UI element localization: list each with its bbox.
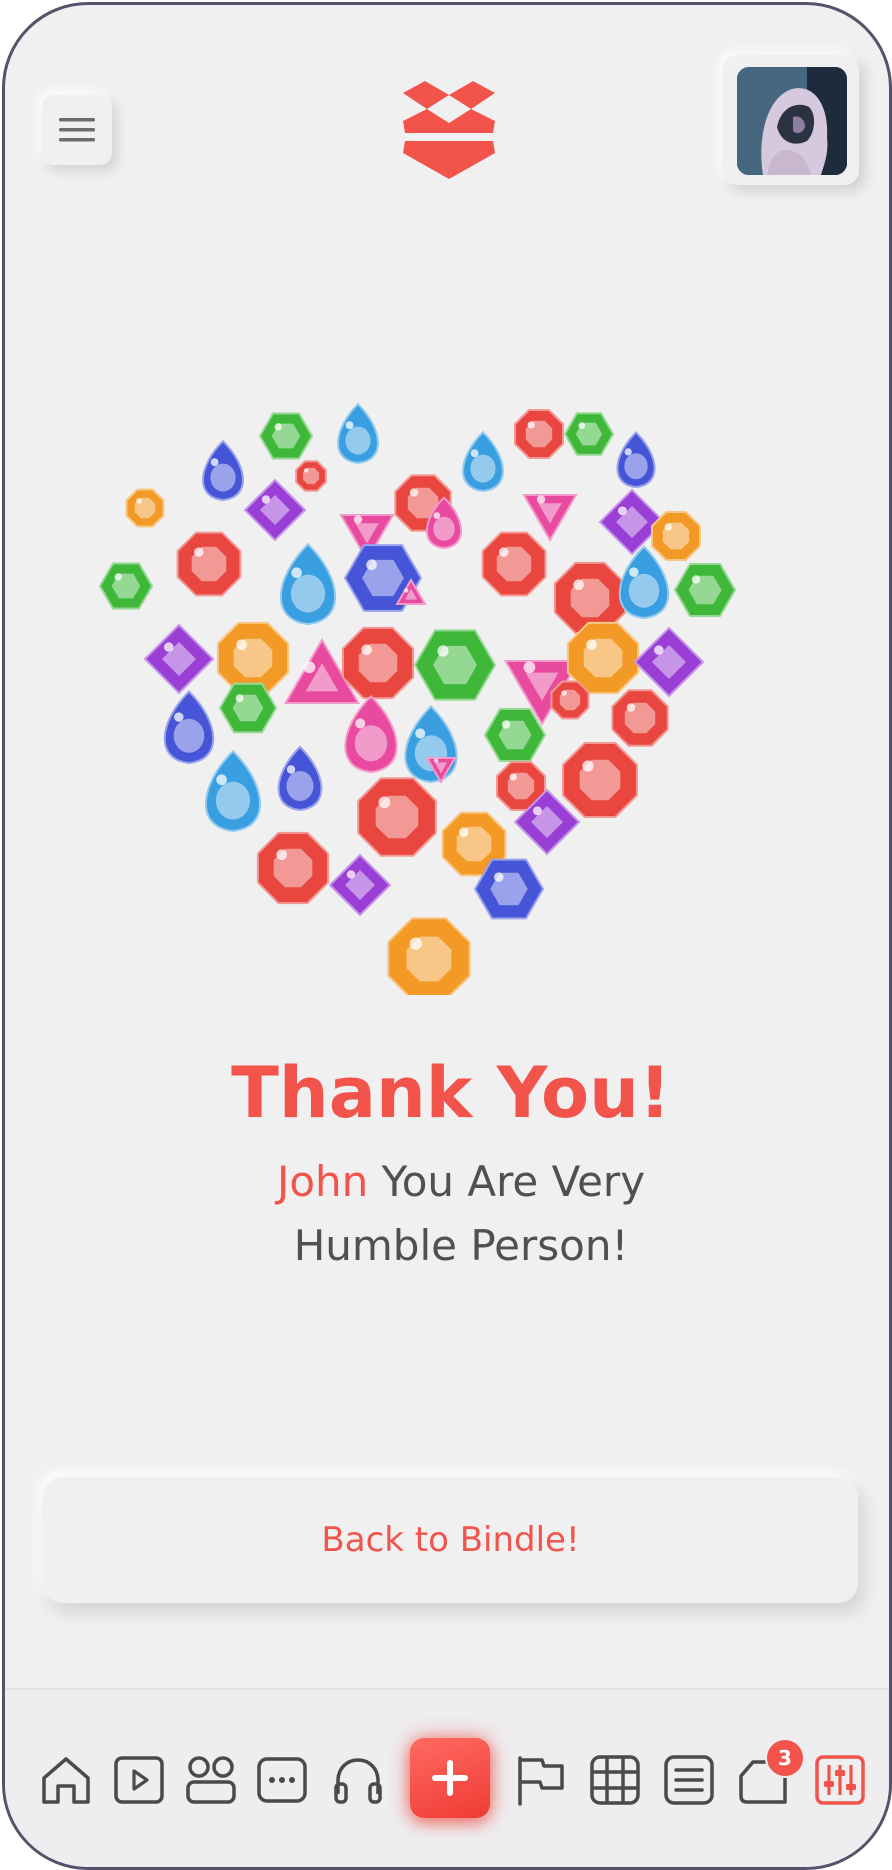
gem	[462, 430, 504, 493]
gem	[163, 690, 215, 765]
gem-heart-illustration	[98, 402, 737, 995]
gem	[357, 777, 437, 857]
gem	[202, 439, 244, 502]
user-avatar-button[interactable]	[723, 55, 859, 185]
back-to-bindle-button[interactable]: Back to Bindle!	[43, 1477, 858, 1603]
gem	[550, 680, 590, 720]
gem	[341, 626, 415, 700]
user-name: John	[276, 1157, 369, 1206]
tab-grid[interactable]	[587, 1752, 643, 1808]
dropbox-logo-icon	[403, 81, 495, 179]
tab-settings[interactable]	[812, 1752, 868, 1808]
gem	[98, 562, 154, 610]
tab-apps[interactable]	[183, 1752, 239, 1808]
gem	[514, 409, 564, 459]
gem	[563, 412, 615, 456]
gem	[204, 749, 262, 833]
gem	[258, 412, 314, 460]
gem	[413, 629, 497, 701]
gem	[673, 563, 737, 617]
apps-icon	[186, 1756, 236, 1804]
phone-frame: Thank You! John You Are Very Humble Pers…	[2, 2, 892, 1870]
gem	[277, 745, 323, 812]
avatar-portrait-image	[737, 67, 847, 175]
notification-badge: 3	[765, 1738, 805, 1778]
add-button[interactable]	[410, 1738, 490, 1818]
tab-audio[interactable]	[330, 1752, 386, 1808]
gem	[125, 488, 165, 528]
message-line-1: John You Are Very	[251, 1150, 671, 1214]
gem	[176, 531, 242, 597]
message-line-2: Humble Person!	[293, 1221, 629, 1270]
play-icon	[114, 1756, 164, 1804]
flag-icon	[518, 1756, 564, 1806]
chat-icon	[257, 1757, 307, 1803]
message-line-1-text: You Are Very	[368, 1157, 646, 1206]
add-icon	[432, 1760, 468, 1796]
gem	[616, 430, 656, 489]
home-icon	[42, 1757, 90, 1804]
gem	[633, 626, 705, 698]
tab-flag[interactable]	[512, 1752, 568, 1808]
notes-icon	[664, 1755, 714, 1805]
gem	[243, 478, 307, 542]
gem	[522, 494, 578, 542]
gem	[344, 694, 398, 774]
tab-videos[interactable]	[111, 1752, 167, 1808]
gem	[279, 542, 337, 626]
gem	[481, 531, 547, 597]
gem	[483, 708, 547, 762]
thank-you-message: John You Are Very Humble Person!	[251, 1150, 671, 1278]
gem	[404, 704, 458, 784]
hamburger-menu-icon	[59, 118, 95, 142]
gem	[618, 545, 670, 620]
menu-button[interactable]	[42, 95, 112, 165]
gem	[256, 831, 330, 905]
gem	[295, 460, 327, 492]
gem	[611, 689, 669, 747]
tab-chat[interactable]	[254, 1752, 310, 1808]
tab-home[interactable]	[38, 1752, 94, 1808]
gem	[562, 742, 638, 818]
gem	[337, 402, 379, 465]
settings-sliders-icon	[815, 1755, 865, 1805]
thank-you-title: Thank You!	[231, 1052, 671, 1134]
gem	[651, 511, 701, 561]
grid-icon	[590, 1755, 640, 1805]
gem	[216, 621, 290, 695]
tab-notes[interactable]	[661, 1752, 717, 1808]
user-avatar	[737, 67, 847, 175]
gem	[387, 917, 471, 995]
gem	[143, 623, 215, 695]
bottom-tab-bar: 3	[5, 1688, 889, 1867]
headphones-icon	[334, 1758, 382, 1804]
gem	[328, 853, 392, 917]
